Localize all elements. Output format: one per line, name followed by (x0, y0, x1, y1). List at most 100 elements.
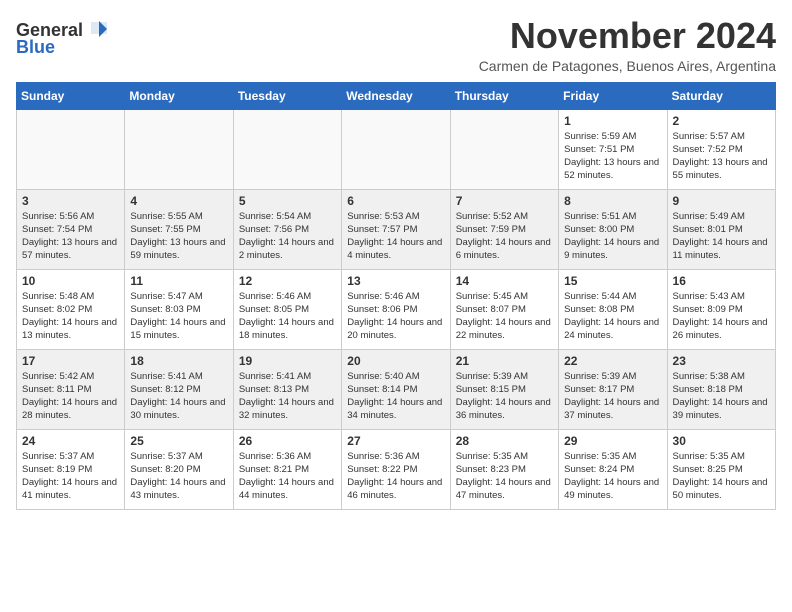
day-number: 9 (673, 194, 770, 208)
calendar-cell: 30 Sunrise: 5:35 AMSunset: 8:25 PMDayligh… (667, 429, 775, 509)
day-number: 28 (456, 434, 553, 448)
calendar-cell: 27Sunrise: 5:36 AMSunset: 8:22 PMDayligh… (342, 429, 450, 509)
calendar-cell: 29Sunrise: 5:35 AMSunset: 8:24 PMDayligh… (559, 429, 667, 509)
day-number: 23 (673, 354, 770, 368)
weekday-header-wednesday: Wednesday (342, 82, 450, 109)
cell-info: Sunrise: 5:37 AMSunset: 8:20 PMDaylight:… (130, 450, 227, 503)
calendar-cell: 7 Sunrise: 5:52 AMSunset: 7:59 PMDaylight… (450, 189, 558, 269)
day-number: 6 (347, 194, 444, 208)
calendar-cell: 16Sunrise: 5:43 AMSunset: 8:09 PMDayligh… (667, 269, 775, 349)
day-number: 3 (22, 194, 119, 208)
day-number: 11 (130, 274, 227, 288)
calendar-cell: 14 Sunrise: 5:45 AMSunset: 8:07 PMDayligh… (450, 269, 558, 349)
day-number: 18 (130, 354, 227, 368)
weekday-header-friday: Friday (559, 82, 667, 109)
day-number: 17 (22, 354, 119, 368)
calendar-cell (450, 109, 558, 189)
calendar-cell: 18 Sunrise: 5:41 AMSunset: 8:12 PMDayligh… (125, 349, 233, 429)
calendar-cell: 23 Sunrise: 5:38 AMSunset: 8:18 PMDayligh… (667, 349, 775, 429)
calendar-cell: 2 Sunrise: 5:57 AMSunset: 7:52 PMDaylight… (667, 109, 775, 189)
calendar-cell: 12 Sunrise: 5:46 AMSunset: 8:05 PMDayligh… (233, 269, 341, 349)
calendar-cell: 3Sunrise: 5:56 AMSunset: 7:54 PMDaylight… (17, 189, 125, 269)
weekday-header-monday: Monday (125, 82, 233, 109)
day-number: 25 (130, 434, 227, 448)
calendar-cell: 15 Sunrise: 5:44 AMSunset: 8:08 PMDayligh… (559, 269, 667, 349)
cell-info: Sunrise: 5:38 AMSunset: 8:18 PMDaylight:… (673, 370, 770, 423)
calendar-cell: 24 Sunrise: 5:37 AMSunset: 8:19 PMDayligh… (17, 429, 125, 509)
day-number: 4 (130, 194, 227, 208)
day-number: 8 (564, 194, 661, 208)
calendar-cell (17, 109, 125, 189)
day-number: 14 (456, 274, 553, 288)
cell-info: Sunrise: 5:42 AMSunset: 8:11 PMDaylight:… (22, 370, 119, 423)
cell-info: Sunrise: 5:57 AMSunset: 7:52 PMDaylight:… (673, 130, 770, 183)
cell-info: Sunrise: 5:40 AMSunset: 8:14 PMDaylight:… (347, 370, 444, 423)
cell-info: Sunrise: 5:35 AMSunset: 8:24 PMDaylight:… (564, 450, 661, 503)
cell-info: Sunrise: 5:59 AMSunset: 7:51 PMDaylight:… (564, 130, 661, 183)
calendar-cell: 25 Sunrise: 5:37 AMSunset: 8:20 PMDayligh… (125, 429, 233, 509)
calendar-cell: 10 Sunrise: 5:48 AMSunset: 8:02 PMDayligh… (17, 269, 125, 349)
month-title: November 2024 (479, 16, 776, 56)
cell-info: Sunrise: 5:36 AMSunset: 8:22 PMDaylight:… (347, 450, 444, 503)
cell-info: Sunrise: 5:41 AMSunset: 8:13 PMDaylight:… (239, 370, 336, 423)
day-number: 22 (564, 354, 661, 368)
logo: General Blue (16, 16, 107, 58)
cell-info: Sunrise: 5:49 AMSunset: 8:01 PMDaylight:… (673, 210, 770, 263)
weekday-header-saturday: Saturday (667, 82, 775, 109)
day-number: 5 (239, 194, 336, 208)
day-number: 24 (22, 434, 119, 448)
calendar-cell: 8 Sunrise: 5:51 AMSunset: 8:00 PMDaylight… (559, 189, 667, 269)
cell-info: Sunrise: 5:53 AMSunset: 7:57 PMDaylight:… (347, 210, 444, 263)
calendar-header-row: SundayMondayTuesdayWednesdayThursdayFrid… (17, 82, 776, 109)
cell-info: Sunrise: 5:39 AMSunset: 8:17 PMDaylight:… (564, 370, 661, 423)
cell-info: Sunrise: 5:37 AMSunset: 8:19 PMDaylight:… (22, 450, 119, 503)
calendar-cell: 21 Sunrise: 5:39 AMSunset: 8:15 PMDayligh… (450, 349, 558, 429)
day-number: 12 (239, 274, 336, 288)
calendar-week-row: 24 Sunrise: 5:37 AMSunset: 8:19 PMDayligh… (17, 429, 776, 509)
day-number: 19 (239, 354, 336, 368)
calendar-cell: 20 Sunrise: 5:40 AMSunset: 8:14 PMDayligh… (342, 349, 450, 429)
calendar-cell: 26Sunrise: 5:36 AMSunset: 8:21 PMDayligh… (233, 429, 341, 509)
cell-info: Sunrise: 5:51 AMSunset: 8:00 PMDaylight:… (564, 210, 661, 263)
calendar-cell: 6 Sunrise: 5:53 AMSunset: 7:57 PMDaylight… (342, 189, 450, 269)
cell-info: Sunrise: 5:46 AMSunset: 8:05 PMDaylight:… (239, 290, 336, 343)
calendar-cell: 28 Sunrise: 5:35 AMSunset: 8:23 PMDayligh… (450, 429, 558, 509)
calendar-week-row: 10 Sunrise: 5:48 AMSunset: 8:02 PMDayligh… (17, 269, 776, 349)
calendar-week-row: 3Sunrise: 5:56 AMSunset: 7:54 PMDaylight… (17, 189, 776, 269)
calendar-cell (233, 109, 341, 189)
cell-info: Sunrise: 5:35 AMSunset: 8:23 PMDaylight:… (456, 450, 553, 503)
cell-info: Sunrise: 5:54 AMSunset: 7:56 PMDaylight:… (239, 210, 336, 263)
cell-info: Sunrise: 5:41 AMSunset: 8:12 PMDaylight:… (130, 370, 227, 423)
day-number: 10 (22, 274, 119, 288)
day-number: 30 (673, 434, 770, 448)
day-number: 21 (456, 354, 553, 368)
weekday-header-sunday: Sunday (17, 82, 125, 109)
calendar-week-row: 17 Sunrise: 5:42 AMSunset: 8:11 PMDayligh… (17, 349, 776, 429)
calendar-cell: 22 Sunrise: 5:39 AMSunset: 8:17 PMDayligh… (559, 349, 667, 429)
calendar-cell: 5 Sunrise: 5:54 AMSunset: 7:56 PMDaylight… (233, 189, 341, 269)
cell-info: Sunrise: 5:44 AMSunset: 8:08 PMDaylight:… (564, 290, 661, 343)
cell-info: Sunrise: 5:55 AMSunset: 7:55 PMDaylight:… (130, 210, 227, 263)
cell-info: Sunrise: 5:45 AMSunset: 8:07 PMDaylight:… (456, 290, 553, 343)
cell-info: Sunrise: 5:35 AMSunset: 8:25 PMDaylight:… (673, 450, 770, 503)
day-number: 20 (347, 354, 444, 368)
day-number: 2 (673, 114, 770, 128)
weekday-header-thursday: Thursday (450, 82, 558, 109)
calendar-cell (125, 109, 233, 189)
day-number: 7 (456, 194, 553, 208)
title-area: November 2024 Carmen de Patagones, Bueno… (479, 16, 776, 74)
cell-info: Sunrise: 5:39 AMSunset: 8:15 PMDaylight:… (456, 370, 553, 423)
weekday-header-tuesday: Tuesday (233, 82, 341, 109)
location-subtitle: Carmen de Patagones, Buenos Aires, Argen… (479, 58, 776, 74)
calendar-cell: 19 Sunrise: 5:41 AMSunset: 8:13 PMDayligh… (233, 349, 341, 429)
cell-info: Sunrise: 5:48 AMSunset: 8:02 PMDaylight:… (22, 290, 119, 343)
calendar-week-row: 1Sunrise: 5:59 AMSunset: 7:51 PMDaylight… (17, 109, 776, 189)
calendar-cell: 1Sunrise: 5:59 AMSunset: 7:51 PMDaylight… (559, 109, 667, 189)
day-number: 15 (564, 274, 661, 288)
cell-info: Sunrise: 5:43 AMSunset: 8:09 PMDaylight:… (673, 290, 770, 343)
cell-info: Sunrise: 5:47 AMSunset: 8:03 PMDaylight:… (130, 290, 227, 343)
page-header: General Blue November 2024 Carmen de Pat… (16, 16, 776, 74)
day-number: 13 (347, 274, 444, 288)
calendar-table: SundayMondayTuesdayWednesdayThursdayFrid… (16, 82, 776, 510)
cell-info: Sunrise: 5:52 AMSunset: 7:59 PMDaylight:… (456, 210, 553, 263)
